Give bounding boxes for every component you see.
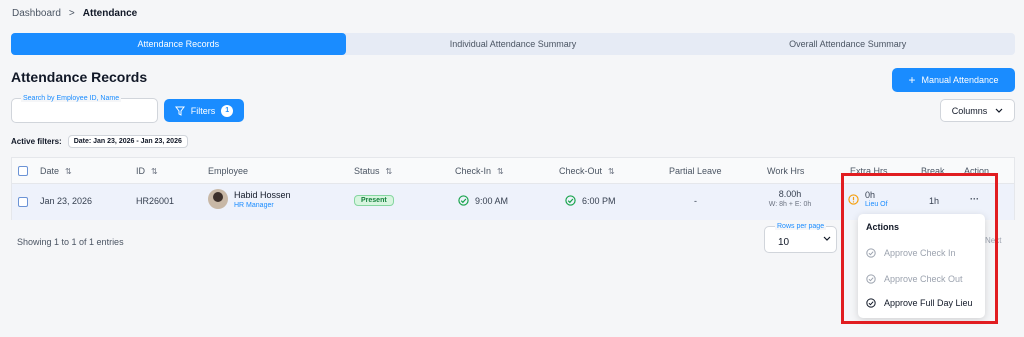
active-filters: Active filters: Date: Jan 23, 2026 - Jan… xyxy=(11,135,188,148)
column-header-check-out[interactable]: Check-Out ⇅ xyxy=(559,166,615,176)
row-checkbox[interactable] xyxy=(18,197,28,207)
rows-per-page-value: 10 xyxy=(778,237,790,248)
filter-icon xyxy=(174,106,185,116)
work-hrs-detail: W: 8h + E: 0h xyxy=(768,201,812,208)
column-header-id[interactable]: ID ⇅ xyxy=(136,166,158,176)
page-title: Attendance Records xyxy=(11,69,148,85)
breadcrumb-dashboard-link[interactable]: Dashboard xyxy=(12,8,61,19)
column-header-employee: Employee xyxy=(208,166,249,176)
check-circle-icon xyxy=(458,195,469,206)
rows-per-page-select[interactable]: Rows per page 10 xyxy=(764,223,837,253)
tab-overall-summary[interactable]: Overall Attendance Summary xyxy=(680,33,1015,55)
row-check-out: 6:00 PM xyxy=(565,195,616,206)
sort-icon: ⇅ xyxy=(497,166,504,176)
breadcrumb-separator: > xyxy=(68,8,75,19)
tab-bar: Attendance Records Individual Attendance… xyxy=(11,33,1015,55)
row-employee: Habid Hossen HR Manager xyxy=(208,189,291,209)
column-header-status[interactable]: Status ⇅ xyxy=(354,166,392,176)
plus-icon: + xyxy=(908,73,916,87)
column-header-check-in[interactable]: Check-In ⇅ xyxy=(455,166,504,176)
column-header-partial-leave: Partial Leave xyxy=(669,166,722,176)
filters-button[interactable]: Filters 1 xyxy=(164,99,244,122)
row-partial-leave: - xyxy=(694,196,697,206)
sort-icon: ⇅ xyxy=(151,166,158,176)
search-label: Search by Employee ID, Name xyxy=(21,95,122,102)
row-work-hrs: 8.00h W: 8h + E: 0h xyxy=(768,189,812,208)
row-date: Jan 23, 2026 xyxy=(40,196,93,206)
tab-attendance-records[interactable]: Attendance Records xyxy=(11,33,346,55)
filters-count-badge: 1 xyxy=(221,104,234,117)
sort-icon: ⇅ xyxy=(385,166,393,176)
columns-button[interactable]: Columns xyxy=(940,99,1015,122)
search-input[interactable]: Search by Employee ID, Name xyxy=(11,95,158,123)
row-check-in: 9:00 AM xyxy=(458,195,508,206)
status-badge: Present xyxy=(354,195,394,206)
sort-icon: ⇅ xyxy=(608,166,615,176)
chevron-down-icon xyxy=(995,108,1003,113)
employee-name: Habid Hossen xyxy=(234,189,291,200)
check-circle-icon xyxy=(565,195,576,206)
employee-role: HR Manager xyxy=(234,201,274,209)
row-id: HR26001 xyxy=(136,196,175,206)
row-status: Present xyxy=(354,195,394,206)
tab-individual-summary[interactable]: Individual Attendance Summary xyxy=(346,33,681,55)
active-filters-label: Active filters: xyxy=(11,137,62,146)
showing-entries: Showing 1 to 1 of 1 entries xyxy=(17,237,124,247)
avatar xyxy=(208,189,228,209)
column-header-work-hrs: Work Hrs xyxy=(767,166,805,176)
breadcrumb-current: Attendance xyxy=(82,8,138,19)
chevron-down-icon xyxy=(823,236,831,241)
manual-attendance-button[interactable]: + Manual Attendance xyxy=(892,68,1015,92)
manual-attendance-label: Manual Attendance xyxy=(921,75,999,85)
sort-icon: ⇅ xyxy=(65,166,72,176)
highlight-box xyxy=(841,173,998,324)
columns-label: Columns xyxy=(951,105,988,116)
select-all-checkbox[interactable] xyxy=(18,166,28,176)
rows-per-page-label: Rows per page xyxy=(775,223,827,230)
column-header-date[interactable]: Date ⇅ xyxy=(40,166,72,176)
filters-label: Filters xyxy=(190,105,216,116)
date-filter-chip[interactable]: Date: Jan 23, 2026 - Jan 23, 2026 xyxy=(67,135,188,148)
breadcrumb: Dashboard > Attendance xyxy=(12,8,137,19)
